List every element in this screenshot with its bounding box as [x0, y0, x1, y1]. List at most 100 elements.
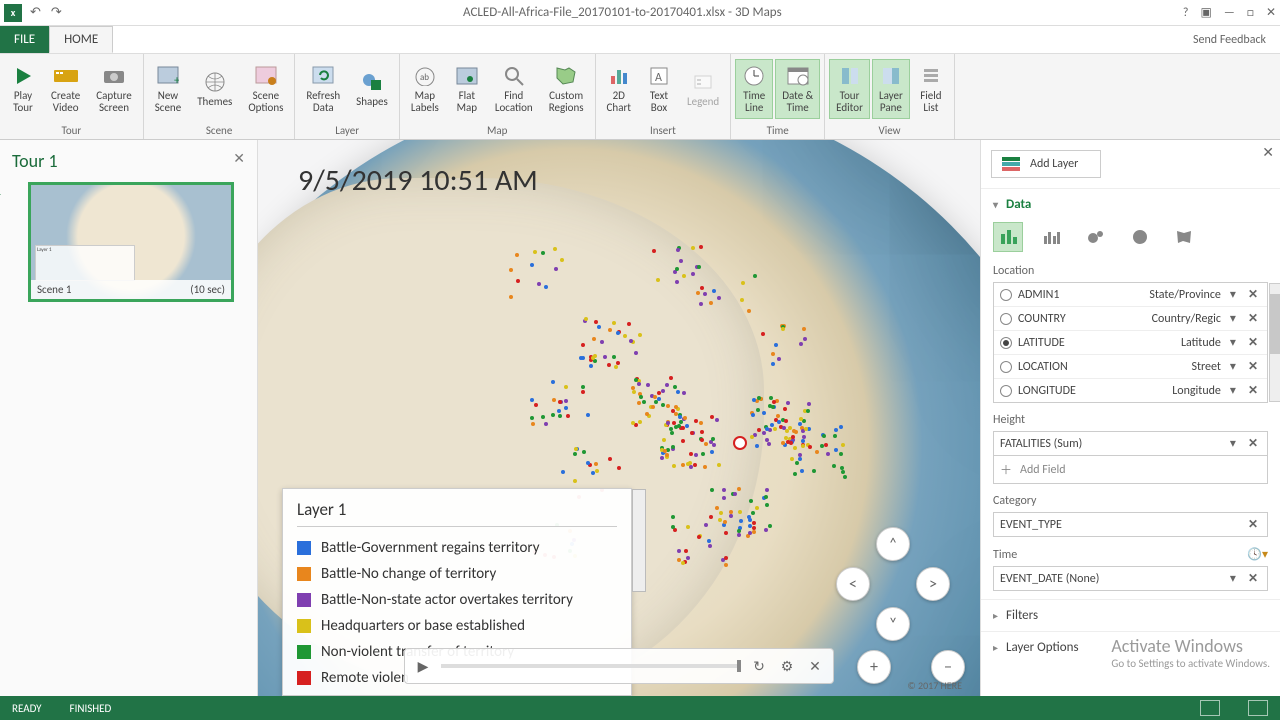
data-point: [753, 274, 757, 278]
text-box-button[interactable]: AText Box: [640, 59, 678, 119]
map-labels-button[interactable]: abMap Labels: [404, 59, 446, 119]
field-list-button[interactable]: Field List: [912, 59, 950, 119]
section-header-layer-options[interactable]: ▸Layer Options: [993, 640, 1268, 655]
data-point: [802, 327, 806, 331]
capture-screen-button[interactable]: Capture Screen: [89, 59, 139, 119]
legend-button[interactable]: Legend: [680, 65, 726, 113]
status-view1-icon[interactable]: [1200, 700, 1220, 716]
help-icon[interactable]: ?: [1183, 6, 1189, 20]
themes-button[interactable]: Themes: [190, 65, 239, 113]
remove-field-icon[interactable]: ✕: [1245, 287, 1261, 302]
play-timeline-button[interactable]: ▶: [413, 656, 433, 676]
shapes-button[interactable]: Shapes: [349, 65, 395, 113]
scene-thumbnail[interactable]: Layer 1 Scene 1 (10 sec): [28, 182, 234, 302]
status-view2-icon[interactable]: [1248, 700, 1268, 716]
section-header-filters[interactable]: ▸Filters: [993, 608, 1268, 623]
close-icon[interactable]: ✕: [1266, 5, 1276, 20]
height-field[interactable]: FATALITIES (Sum) ▾ ✕: [993, 431, 1268, 456]
viz-region-button[interactable]: [1169, 222, 1199, 252]
radio-icon[interactable]: [1000, 385, 1012, 397]
data-point: [608, 457, 612, 461]
chevron-down-icon[interactable]: ▾: [1227, 571, 1239, 586]
radio-icon[interactable]: [1000, 313, 1012, 325]
remove-field-icon[interactable]: ✕: [1245, 311, 1261, 326]
location-row[interactable]: ADMIN1State/Province▾✕: [994, 283, 1267, 307]
date-time-button[interactable]: Date & Time: [775, 59, 820, 119]
close-layer-pane-icon[interactable]: ✕: [1262, 144, 1274, 161]
redo-icon[interactable]: ↷: [51, 5, 62, 20]
loop-timeline-button[interactable]: ↻: [749, 656, 769, 676]
group-label-time: Time: [731, 124, 824, 139]
new-scene-button[interactable]: +New Scene: [148, 59, 188, 119]
add-layer-button[interactable]: Add Layer: [991, 150, 1101, 178]
time-field[interactable]: EVENT_DATE (None) ▾ ✕: [993, 566, 1268, 591]
rotate-right-button[interactable]: ˃: [916, 567, 950, 601]
legend-scrollbar[interactable]: [632, 489, 646, 592]
legend-item: Headquarters or base established: [297, 613, 617, 639]
data-point: [694, 453, 698, 457]
chevron-down-icon[interactable]: ▾: [1227, 359, 1239, 374]
maximize-icon[interactable]: □: [1247, 6, 1254, 20]
location-row[interactable]: LONGITUDELongitude▾✕: [994, 379, 1267, 402]
chevron-down-icon[interactable]: ▾: [1227, 311, 1239, 326]
remove-height-icon[interactable]: ✕: [1245, 436, 1261, 451]
timeline-settings-button[interactable]: ⚙: [777, 656, 797, 676]
clock-icon[interactable]: 🕓▾: [1247, 547, 1268, 562]
send-feedback-link[interactable]: Send Feedback: [1179, 26, 1280, 53]
viz-stacked-column-button[interactable]: [993, 222, 1023, 252]
radio-icon[interactable]: [1000, 337, 1012, 349]
home-tab[interactable]: HOME: [49, 26, 113, 53]
viz-clustered-column-button[interactable]: [1037, 222, 1067, 252]
data-point: [673, 528, 677, 532]
chevron-down-icon[interactable]: ▾: [1227, 436, 1239, 451]
zoom-in-button[interactable]: +: [857, 650, 891, 684]
find-location-button[interactable]: Find Location: [488, 59, 540, 119]
map-viewport[interactable]: 9/5/2019 10:51 AM Layer 1 Battle-Governm…: [258, 140, 980, 696]
radio-icon[interactable]: [1000, 289, 1012, 301]
tilt-down-button[interactable]: ˅: [876, 607, 910, 641]
file-tab[interactable]: FILE: [0, 26, 49, 53]
data-point: [719, 511, 723, 515]
ribbon-options-icon[interactable]: ▣: [1200, 5, 1211, 20]
minimize-icon[interactable]: —: [1224, 6, 1235, 20]
location-row[interactable]: LATITUDELatitude▾✕: [994, 331, 1267, 355]
tilt-up-button[interactable]: ˄: [876, 527, 910, 561]
data-point: [681, 426, 685, 430]
2d-chart-button[interactable]: 2D Chart: [600, 59, 638, 119]
remove-field-icon[interactable]: ✕: [1245, 335, 1261, 350]
rotate-left-button[interactable]: ˂: [836, 567, 870, 601]
timeline-track[interactable]: [441, 664, 741, 668]
viz-bubble-button[interactable]: [1081, 222, 1111, 252]
viz-heatmap-button[interactable]: [1125, 222, 1155, 252]
refresh-data-button[interactable]: Refresh Data: [299, 59, 347, 119]
flat-map-button[interactable]: Flat Map: [448, 59, 486, 119]
play-tour-button[interactable]: Play Tour: [4, 59, 42, 119]
time-line-button[interactable]: Time Line: [735, 59, 773, 119]
remove-category-icon[interactable]: ✕: [1245, 517, 1261, 532]
scene-options-button[interactable]: Scene Options: [241, 59, 290, 119]
tour-editor-button[interactable]: Tour Editor: [829, 59, 870, 119]
chevron-down-icon[interactable]: ▾: [1227, 383, 1239, 398]
layer-pane-button[interactable]: Layer Pane: [872, 59, 910, 119]
chevron-down-icon[interactable]: ▾: [1227, 287, 1239, 302]
remove-field-icon[interactable]: ✕: [1245, 359, 1261, 374]
radio-icon[interactable]: [1000, 361, 1012, 373]
remove-field-icon[interactable]: ✕: [1245, 383, 1261, 398]
create-video-button[interactable]: Create Video: [44, 59, 87, 119]
location-scrollbar[interactable]: [1269, 283, 1280, 402]
section-header-data[interactable]: ▾Data: [993, 197, 1268, 212]
data-point: [642, 400, 646, 404]
legend-swatch: [297, 619, 311, 633]
chevron-down-icon[interactable]: ▾: [1227, 335, 1239, 350]
category-field[interactable]: EVENT_TYPE ✕: [993, 512, 1268, 537]
close-tour-pane-icon[interactable]: ✕: [233, 150, 245, 167]
data-point: [801, 444, 805, 448]
data-point: [530, 263, 534, 267]
undo-icon[interactable]: ↶: [30, 5, 41, 20]
add-height-field-button[interactable]: ＋Add Field: [993, 456, 1268, 484]
location-row[interactable]: COUNTRYCountry/Regic▾✕: [994, 307, 1267, 331]
custom-regions-button[interactable]: Custom Regions: [542, 59, 591, 119]
location-row[interactable]: LOCATIONStreet▾✕: [994, 355, 1267, 379]
close-timeline-button[interactable]: ✕: [805, 656, 825, 676]
remove-time-icon[interactable]: ✕: [1245, 571, 1261, 586]
